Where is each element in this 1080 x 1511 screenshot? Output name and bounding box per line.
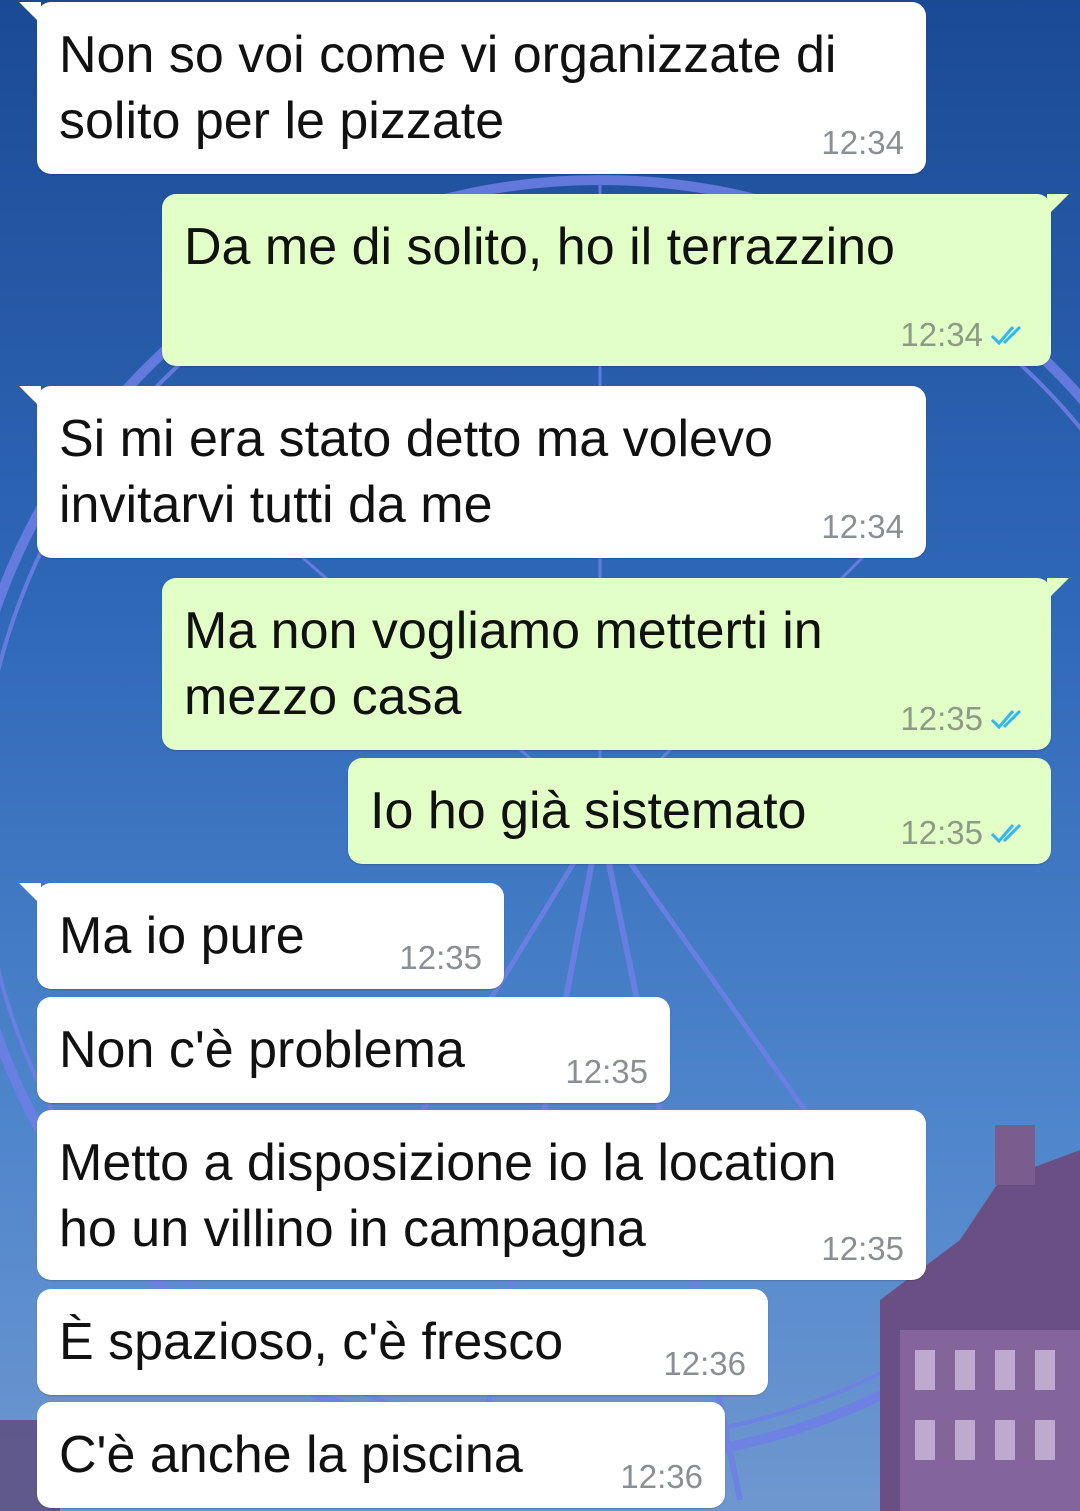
double-check-icon (990, 325, 1022, 346)
chat-thread[interactable]: Non so voi come vi organizzate di solito… (0, 0, 1080, 1511)
message-text: È spazioso, c'è fresco (59, 1313, 564, 1371)
message-time: 12:35 (900, 814, 983, 851)
message-text: Da me di solito, ho il terrazzino (184, 218, 895, 276)
message-time: 12:35 (565, 1053, 648, 1090)
message-time: 12:35 (900, 700, 983, 737)
message-meta: 12:35 (399, 939, 482, 977)
message-outgoing[interactable]: Ma non vogliamo metterti in mezzo casa 1… (162, 578, 1069, 750)
message-incoming[interactable]: Metto a disposizione io la location ho u… (37, 1110, 926, 1280)
message-meta: 12:36 (663, 1345, 746, 1383)
message-time: 12:35 (821, 1230, 904, 1267)
message-time: 12:34 (900, 316, 983, 353)
message-incoming[interactable]: Non so voi come vi organizzate di solito… (19, 2, 926, 174)
double-check-icon (990, 823, 1022, 844)
message-time: 12:36 (663, 1345, 746, 1382)
message-meta: 12:34 (821, 508, 904, 546)
message-incoming[interactable]: Ma io pure 12:35 (19, 883, 504, 989)
message-text: Si mi era stato detto ma volevo invitarv… (59, 410, 773, 534)
message-text: Non c'è problema (59, 1021, 465, 1079)
message-text: Non so voi come vi organizzate di solito… (59, 26, 837, 150)
message-meta: 12:34 (900, 316, 1029, 354)
message-text: Metto a disposizione io la location ho u… (59, 1134, 837, 1258)
message-incoming[interactable]: È spazioso, c'è fresco 12:36 (37, 1289, 768, 1395)
message-incoming[interactable]: C'è anche la piscina 12:36 (37, 1402, 725, 1508)
message-time: 12:36 (620, 1458, 703, 1495)
message-meta: 12:34 (821, 124, 904, 162)
message-meta: 12:36 (620, 1458, 703, 1496)
message-meta: 12:35 (900, 700, 1029, 738)
message-outgoing[interactable]: Da me di solito, ho il terrazzino 12:34 (162, 194, 1069, 366)
message-outgoing[interactable]: Io ho già sistemato 12:35 (348, 758, 1051, 864)
message-incoming[interactable]: Si mi era stato detto ma volevo invitarv… (19, 386, 926, 558)
message-time: 12:34 (821, 508, 904, 545)
message-text: C'è anche la piscina (59, 1426, 523, 1484)
double-check-icon (990, 709, 1022, 730)
message-time: 12:35 (399, 939, 482, 976)
message-meta: 12:35 (821, 1230, 904, 1268)
message-incoming[interactable]: Non c'è problema 12:35 (37, 997, 670, 1103)
message-meta: 12:35 (900, 814, 1029, 852)
message-meta: 12:35 (565, 1053, 648, 1091)
message-time: 12:34 (821, 124, 904, 161)
